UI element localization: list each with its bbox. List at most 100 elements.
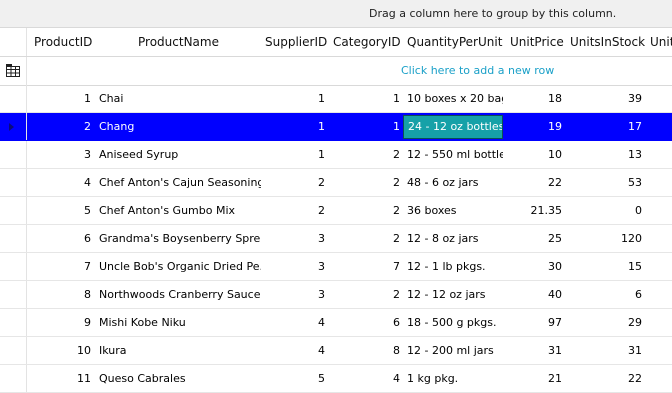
column-header-supplierid[interactable]: SupplierID: [265, 28, 331, 56]
cell-productname[interactable]: Ikura: [99, 337, 261, 364]
cell-unitsinstock[interactable]: 31: [565, 337, 642, 364]
cell-categoryid[interactable]: 4: [330, 365, 400, 392]
cell-productname[interactable]: Queso Cabrales: [99, 365, 261, 392]
column-header-unitsinstock[interactable]: UnitsInStock: [570, 28, 646, 56]
cell-productid[interactable]: 10: [27, 337, 91, 364]
column-header-productname[interactable]: ProductName: [138, 28, 248, 56]
row-indicator-cell[interactable]: [0, 85, 27, 112]
cell-unitprice[interactable]: 21.35: [505, 197, 563, 224]
table-row-selected[interactable]: 2 Chang 1 1 24 - 12 oz bottles 19 17: [0, 113, 672, 141]
cell-quantityperunit[interactable]: 12 - 200 ml jars: [403, 337, 503, 364]
cell-unitsinstock[interactable]: 39: [565, 85, 642, 112]
table-row[interactable]: 1Chai1110 boxes x 20 bags1839: [0, 85, 672, 113]
cell-productname[interactable]: Mishi Kobe Niku: [99, 309, 261, 336]
cell-productname[interactable]: Chef Anton's Cajun Seasoning: [99, 169, 261, 196]
cell-unitprice[interactable]: 19: [505, 113, 562, 140]
column-header-categoryid[interactable]: CategoryID: [333, 28, 403, 56]
row-indicator-cell[interactable]: [0, 225, 27, 252]
cell-productname[interactable]: Chef Anton's Gumbo Mix: [99, 197, 261, 224]
row-indicator-cell[interactable]: [0, 253, 27, 280]
cell-quantityperunit[interactable]: 10 boxes x 20 bags: [403, 85, 503, 112]
cell-categoryid[interactable]: 2: [330, 197, 400, 224]
table-row[interactable]: 5 Chef Anton's Gumbo Mix 2 2 36 boxes 21.35 0: [0, 197, 672, 225]
cell-supplierid[interactable]: 3: [262, 253, 325, 280]
cell-unitprice[interactable]: 31: [505, 337, 562, 364]
table-row[interactable]: 10 Ikura 4 8 12 - 200 ml jars 31 31: [0, 337, 672, 365]
row-indicator-cell[interactable]: [0, 309, 27, 336]
column-header-productid[interactable]: ProductID: [34, 28, 104, 56]
cell-unitsinstock[interactable]: 6: [565, 281, 642, 308]
cell-categoryid[interactable]: 6: [330, 309, 400, 336]
column-header-unitprice[interactable]: UnitPrice: [510, 28, 568, 56]
cell-unitprice[interactable]: 10: [505, 141, 562, 168]
cell-productid[interactable]: 6: [27, 225, 91, 252]
cell-categoryid[interactable]: 2: [330, 141, 400, 168]
cell-productid[interactable]: 9: [27, 309, 91, 336]
cell-unitsinstock[interactable]: 0: [565, 197, 642, 224]
cell-productid[interactable]: 2: [27, 113, 91, 140]
row-indicator-cell[interactable]: [0, 169, 27, 196]
cell-quantityperunit[interactable]: 12 - 1 lb pkgs.: [403, 253, 503, 280]
cell-categoryid[interactable]: 1: [330, 85, 400, 112]
row-indicator-cell[interactable]: [0, 197, 27, 224]
cell-supplierid[interactable]: 3: [262, 225, 325, 252]
table-row[interactable]: 11 Queso Cabrales 5 4 1 kg pkg. 21 22: [0, 365, 672, 393]
cell-supplierid[interactable]: 1: [262, 85, 325, 112]
add-new-row[interactable]: Click here to add a new row: [0, 57, 672, 86]
cell-supplierid[interactable]: 2: [262, 169, 325, 196]
row-indicator-cell[interactable]: [0, 337, 27, 364]
cell-quantityperunit[interactable]: 24 - 12 oz bottles: [403, 115, 503, 139]
cell-supplierid[interactable]: 1: [262, 141, 325, 168]
cell-supplierid[interactable]: 3: [262, 281, 325, 308]
cell-unitprice[interactable]: 18: [505, 85, 562, 112]
cell-quantityperunit[interactable]: 1 kg pkg.: [403, 365, 503, 392]
row-indicator-cell[interactable]: [0, 113, 27, 140]
cell-productname[interactable]: Northwoods Cranberry Sauce: [99, 281, 261, 308]
cell-productid[interactable]: 1: [27, 85, 91, 112]
cell-productname[interactable]: Aniseed Syrup: [99, 141, 261, 168]
add-new-row-label[interactable]: Click here to add a new row: [401, 64, 554, 77]
cell-productname[interactable]: Chai: [99, 85, 261, 112]
table-row[interactable]: 7 Uncle Bob's Organic Dried Pe... 3 7 12 - 1…: [0, 253, 672, 281]
cell-unitprice[interactable]: 25: [505, 225, 562, 252]
cell-categoryid[interactable]: 7: [330, 253, 400, 280]
cell-quantityperunit[interactable]: 48 - 6 oz jars: [403, 169, 503, 196]
cell-quantityperunit[interactable]: 12 - 8 oz jars: [403, 225, 503, 252]
table-row[interactable]: 8 Northwoods Cranberry Sauce 3 2 12 - 12 oz …: [0, 281, 672, 309]
cell-productname[interactable]: Uncle Bob's Organic Dried Pe...: [99, 253, 261, 280]
cell-productid[interactable]: 7: [27, 253, 91, 280]
group-by-panel[interactable]: Drag a column here to group by this colu…: [0, 0, 672, 28]
cell-productid[interactable]: 5: [27, 197, 91, 224]
cell-supplierid[interactable]: 2: [262, 197, 325, 224]
cell-categoryid[interactable]: 1: [330, 113, 400, 140]
cell-productname[interactable]: Chang: [99, 113, 261, 140]
cell-productid[interactable]: 4: [27, 169, 91, 196]
cell-supplierid[interactable]: 5: [262, 365, 325, 392]
table-row[interactable]: 9 Mishi Kobe Niku 4 6 18 - 500 g pkgs. 97 29: [0, 309, 672, 337]
cell-unitsinstock[interactable]: 53: [565, 169, 642, 196]
row-indicator-cell[interactable]: [0, 141, 27, 168]
cell-quantityperunit[interactable]: 36 boxes: [403, 197, 503, 224]
cell-quantityperunit[interactable]: 12 - 12 oz jars: [403, 281, 503, 308]
table-row[interactable]: 6 Grandma's Boysenberry Spread 3 2 12 - 8 oz…: [0, 225, 672, 253]
cell-unitsinstock[interactable]: 17: [565, 113, 642, 140]
cell-supplierid[interactable]: 1: [262, 113, 325, 140]
cell-unitsinstock[interactable]: 13: [565, 141, 642, 168]
cell-supplierid[interactable]: 4: [262, 337, 325, 364]
cell-quantityperunit[interactable]: 18 - 500 g pkgs.: [403, 309, 503, 336]
row-indicator-cell[interactable]: [0, 365, 27, 392]
cell-unitsinstock[interactable]: 22: [565, 365, 642, 392]
cell-categoryid[interactable]: 2: [330, 281, 400, 308]
cell-unitprice[interactable]: 21: [505, 365, 562, 392]
cell-productid[interactable]: 3: [27, 141, 91, 168]
cell-categoryid[interactable]: 8: [330, 337, 400, 364]
cell-unitsinstock[interactable]: 120: [565, 225, 642, 252]
cell-categoryid[interactable]: 2: [330, 169, 400, 196]
cell-unitsinstock[interactable]: 15: [565, 253, 642, 280]
cell-unitprice[interactable]: 30: [505, 253, 562, 280]
table-row[interactable]: 4 Chef Anton's Cajun Seasoning 2 2 48 - 6 oz…: [0, 169, 672, 197]
cell-unitprice[interactable]: 40: [505, 281, 562, 308]
cell-quantityperunit[interactable]: 12 - 550 ml bottles: [403, 141, 503, 168]
cell-productname[interactable]: Grandma's Boysenberry Spread: [99, 225, 261, 252]
cell-supplierid[interactable]: 4: [262, 309, 325, 336]
